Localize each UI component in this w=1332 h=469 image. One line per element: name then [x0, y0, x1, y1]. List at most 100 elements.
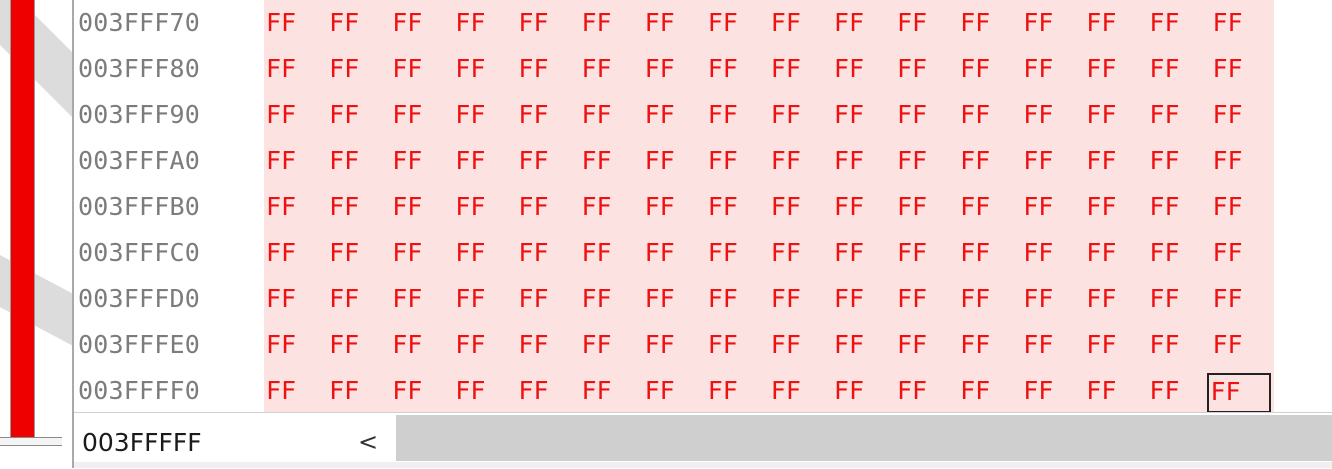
hex-byte[interactable]: FF [645, 142, 685, 180]
hex-byte[interactable]: FF [518, 372, 558, 410]
hex-byte[interactable]: FF [645, 372, 685, 410]
hex-byte[interactable]: FF [455, 4, 495, 42]
hex-byte[interactable]: FF [1149, 280, 1189, 318]
hex-byte[interactable]: FF [708, 96, 748, 134]
hex-byte[interactable]: FF [1086, 372, 1126, 410]
hex-byte[interactable]: FF [518, 4, 558, 42]
hex-byte[interactable]: FF [1023, 4, 1063, 42]
hex-byte[interactable]: FF [771, 50, 811, 88]
hex-byte[interactable]: FF [1086, 96, 1126, 134]
hex-byte[interactable]: FF [582, 4, 622, 42]
hex-byte[interactable]: FF [329, 234, 369, 272]
hex-byte[interactable]: FF [392, 234, 432, 272]
hex-byte[interactable]: FF [1213, 326, 1253, 364]
hex-byte[interactable]: FF [1149, 142, 1189, 180]
hex-byte[interactable]: FF [960, 280, 1000, 318]
hex-byte[interactable]: FF [392, 280, 432, 318]
hex-byte[interactable]: FF [708, 372, 748, 410]
hex-byte[interactable]: FF [834, 234, 874, 272]
hex-byte[interactable]: FF [1149, 188, 1189, 226]
hex-byte[interactable]: FF [645, 234, 685, 272]
hex-byte[interactable]: FF [771, 280, 811, 318]
hex-byte[interactable]: FF [897, 142, 937, 180]
hex-byte[interactable]: FF [329, 326, 369, 364]
hex-byte[interactable]: FF [329, 372, 369, 410]
hex-byte[interactable]: FF [1023, 96, 1063, 134]
hex-byte[interactable]: FF [897, 234, 937, 272]
hex-byte[interactable]: FF [329, 142, 369, 180]
hex-byte[interactable]: FF [834, 96, 874, 134]
hex-byte[interactable]: FF [582, 280, 622, 318]
hex-byte[interactable]: FF [1213, 50, 1253, 88]
hex-byte[interactable]: FF [266, 280, 306, 318]
hex-byte[interactable]: FF [1023, 372, 1063, 410]
hex-byte[interactable]: FF [960, 142, 1000, 180]
hex-byte[interactable]: FF [266, 372, 306, 410]
hex-byte[interactable]: FF [834, 4, 874, 42]
hex-byte[interactable]: FF [708, 234, 748, 272]
hex-byte[interactable]: FF [834, 280, 874, 318]
hex-byte[interactable]: FF [645, 326, 685, 364]
hex-byte[interactable]: FF [960, 4, 1000, 42]
hex-byte[interactable]: FF [897, 372, 937, 410]
hex-byte[interactable]: FF [582, 188, 622, 226]
hex-byte[interactable]: FF [266, 4, 306, 42]
hex-byte[interactable]: FF [1213, 188, 1253, 226]
overview-range-bar[interactable] [10, 0, 35, 446]
hex-byte[interactable]: FF [960, 50, 1000, 88]
hex-byte[interactable]: FF [708, 326, 748, 364]
hex-byte[interactable]: FF [960, 188, 1000, 226]
hex-byte[interactable]: FF [897, 4, 937, 42]
hex-byte[interactable]: FF [392, 142, 432, 180]
hex-byte[interactable]: FF [266, 188, 306, 226]
hex-byte[interactable]: FF [1023, 280, 1063, 318]
hex-byte[interactable]: FF [1213, 142, 1253, 180]
hex-byte[interactable]: FF [518, 50, 558, 88]
hex-byte[interactable]: FF [455, 280, 495, 318]
hex-byte[interactable]: FF [329, 4, 369, 42]
hex-byte[interactable]: FF [834, 326, 874, 364]
hex-byte[interactable]: FF [1086, 4, 1126, 42]
hex-byte[interactable]: FF [455, 326, 495, 364]
hex-byte[interactable]: FF [1023, 50, 1063, 88]
hex-byte[interactable]: FF [329, 50, 369, 88]
hex-byte[interactable]: FF [645, 188, 685, 226]
hex-byte[interactable]: FF [455, 188, 495, 226]
hex-byte[interactable]: FF [266, 96, 306, 134]
hex-byte[interactable]: FF [771, 142, 811, 180]
hex-byte[interactable]: FF [518, 96, 558, 134]
hex-byte[interactable]: FF [455, 50, 495, 88]
hex-byte[interactable]: FF [329, 96, 369, 134]
hex-byte[interactable]: FF [392, 326, 432, 364]
hex-byte[interactable]: FF [834, 372, 874, 410]
hex-byte[interactable]: FF [1023, 326, 1063, 364]
hex-byte[interactable]: FF [455, 234, 495, 272]
hex-byte[interactable]: FF [1086, 326, 1126, 364]
hex-byte[interactable]: FF [518, 142, 558, 180]
hex-byte[interactable]: FF [582, 234, 622, 272]
hex-byte[interactable]: FF [455, 142, 495, 180]
hex-byte[interactable]: FF [518, 234, 558, 272]
hex-byte[interactable]: FF [329, 280, 369, 318]
hex-byte[interactable]: FF [1149, 372, 1189, 410]
hex-byte[interactable]: FF [771, 96, 811, 134]
overview-position-marker[interactable] [0, 437, 62, 446]
hex-byte[interactable]: FF [960, 372, 1000, 410]
hex-byte[interactable]: FF [455, 96, 495, 134]
hex-byte[interactable]: FF [582, 326, 622, 364]
hex-byte[interactable]: FF [897, 188, 937, 226]
horizontal-scrollbar-track[interactable] [396, 415, 1332, 461]
hex-byte[interactable]: FF [455, 372, 495, 410]
hex-byte[interactable]: FF [771, 4, 811, 42]
hex-byte[interactable]: FF [834, 142, 874, 180]
hex-byte[interactable]: FF [1149, 234, 1189, 272]
hex-byte[interactable]: FF [266, 326, 306, 364]
hex-byte[interactable]: FF [834, 188, 874, 226]
hex-byte[interactable]: FF [1086, 50, 1126, 88]
hex-byte[interactable]: FF [1086, 234, 1126, 272]
hex-byte[interactable]: FF [708, 280, 748, 318]
hex-byte[interactable]: FF [1023, 188, 1063, 226]
hex-byte[interactable]: FF [1086, 142, 1126, 180]
hex-byte[interactable]: FF [266, 50, 306, 88]
hex-byte[interactable]: FF [1149, 326, 1189, 364]
